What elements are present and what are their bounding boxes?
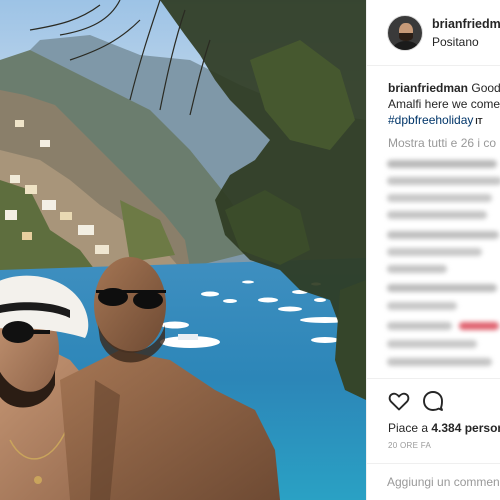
caption-text-line2: Amalfi here we come <box>388 97 500 111</box>
add-comment-input[interactable] <box>387 472 500 492</box>
caption-badge: IT <box>475 117 483 126</box>
post-location[interactable]: Positano <box>432 35 479 49</box>
likes-suffix: person <box>464 421 500 435</box>
post-photo-illustration <box>0 0 366 500</box>
likes-number: 4.384 <box>431 421 462 435</box>
heart-outline-icon[interactable] <box>387 389 411 413</box>
post-actions: Piace a 4.384 person 20 ORE FA <box>367 378 500 450</box>
post-photo[interactable] <box>0 0 366 500</box>
likes-prefix: Piace a <box>388 421 432 435</box>
avatar[interactable] <box>387 15 423 51</box>
post-header: brianfriedman Positano <box>367 0 500 66</box>
post-timestamp: 20 ORE FA <box>388 441 432 450</box>
speech-bubble-icon[interactable] <box>421 389 445 413</box>
post-caption: brianfriedman Good Amalfi here we come #… <box>388 80 500 130</box>
caption-hashtag[interactable]: #dpbfreeholiday <box>388 113 473 127</box>
add-comment-section <box>367 463 500 500</box>
caption-username[interactable]: brianfriedman <box>388 81 468 95</box>
view-all-comments-link[interactable]: Mostra tutti e 26 i co <box>388 136 496 150</box>
likes-count[interactable]: Piace a 4.384 person <box>388 421 500 435</box>
post-sidebar: brianfriedman Positano brianfriedman Goo… <box>366 0 500 500</box>
blurred-comments <box>387 156 500 378</box>
caption-text-line1: Good <box>471 81 500 95</box>
post-username[interactable]: brianfriedman <box>432 17 500 31</box>
